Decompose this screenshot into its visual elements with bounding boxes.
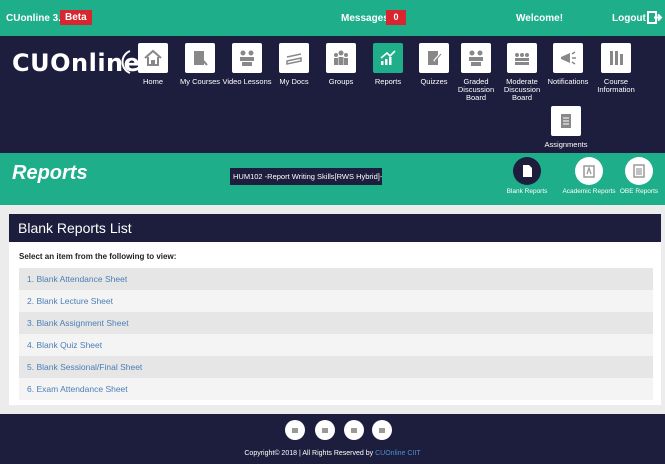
- logout-icon[interactable]: [647, 11, 663, 24]
- nav-graded-discussion[interactable]: Graded Discussion Board: [450, 43, 502, 102]
- nav-notifications[interactable]: Notifications: [542, 43, 594, 86]
- linkedin-icon[interactable]: [344, 420, 364, 440]
- app-brand: CUonline 3.0: [6, 13, 67, 24]
- nav-label: Graded Discussion Board: [457, 77, 495, 102]
- messages-count-badge[interactable]: 0: [386, 10, 406, 25]
- panel-title: Blank Reports List: [9, 214, 661, 242]
- blank-reports-button[interactable]: Blank Reports: [499, 157, 555, 196]
- report-link-sessional-final[interactable]: 5. Blank Sessional/Final Sheet: [19, 356, 653, 378]
- report-button-label: OBE Reports: [619, 188, 659, 195]
- courses-icon: [185, 43, 215, 73]
- twitter-icon[interactable]: [315, 420, 335, 440]
- course-select[interactable]: HUM102 -Report Writing Skills[RWS Hybrid…: [230, 168, 382, 185]
- docs-icon: [279, 43, 309, 73]
- nav-label: My Docs: [279, 77, 309, 86]
- youtube-icon[interactable]: [372, 420, 392, 440]
- video-icon: [232, 43, 262, 73]
- assignments-icon: [551, 106, 581, 136]
- welcome-text: Welcome!: [516, 13, 564, 24]
- blank-report-icon: [513, 157, 541, 185]
- top-bar: CUonline 3.0 Beta Messages 0 Welcome! Lo…: [0, 0, 665, 36]
- nav-reports[interactable]: Reports: [362, 43, 414, 86]
- copyright-text: Copyright© 2018 | All Rights Reserved by…: [0, 450, 665, 457]
- copyright-link[interactable]: CUOnline CIIT: [375, 450, 421, 457]
- facebook-icon[interactable]: [285, 420, 305, 440]
- nav-label: Groups: [328, 77, 354, 86]
- nav-label: Quizzes: [420, 77, 448, 86]
- nav-moderate-discussion[interactable]: Moderate Discussion Board: [496, 43, 548, 102]
- academic-reports-button[interactable]: Academic Reports: [561, 157, 617, 196]
- groups-icon: [326, 43, 356, 73]
- obe-report-icon: [625, 157, 653, 185]
- panel-subtitle: Select an item from the following to vie…: [19, 252, 177, 261]
- nav-label: Notifications: [547, 77, 589, 86]
- copyright-label: Copyright© 2018 | All Rights Reserved by: [244, 450, 374, 457]
- nav-label: My Courses: [179, 77, 220, 86]
- logout-button[interactable]: Logout: [612, 13, 646, 24]
- notifications-icon: [553, 43, 583, 73]
- report-link-quiz[interactable]: 4. Blank Quiz Sheet: [19, 334, 653, 356]
- report-button-label: Academic Reports: [562, 188, 616, 195]
- main-header: CUOnline Home My Courses Video Lessons M…: [0, 36, 665, 153]
- report-link-attendance[interactable]: 1. Blank Attendance Sheet: [19, 268, 653, 290]
- nav-assignments[interactable]: Assignments: [540, 106, 592, 149]
- moderate-discussion-icon: [507, 43, 537, 73]
- nav-groups[interactable]: Groups: [315, 43, 367, 86]
- course-info-icon: [601, 43, 631, 73]
- nav-label: Reports: [374, 77, 402, 86]
- nav-my-courses[interactable]: My Courses: [174, 43, 226, 86]
- graded-discussion-icon: [461, 43, 491, 73]
- nav-label: Course Information: [597, 77, 635, 94]
- footer: Copyright© 2018 | All Rights Reserved by…: [0, 414, 665, 464]
- report-link-exam-attendance[interactable]: 6. Exam Attendance Sheet: [19, 378, 653, 400]
- nav-home[interactable]: Home: [127, 43, 179, 86]
- nav-video-lessons[interactable]: Video Lessons: [221, 43, 273, 86]
- nav-course-information[interactable]: Course Information: [590, 43, 642, 94]
- nav-label: Assignments: [544, 140, 588, 149]
- blank-reports-panel: Blank Reports List Select an item from t…: [9, 214, 661, 405]
- nav-label: Home: [142, 77, 163, 86]
- page-subheader: Reports HUM102 -Report Writing Skills[RW…: [0, 153, 665, 205]
- home-icon: [138, 43, 168, 73]
- page-title: Reports: [12, 162, 88, 184]
- academic-report-icon: [575, 157, 603, 185]
- beta-badge: Beta: [60, 10, 92, 25]
- report-button-label: Blank Reports: [506, 188, 548, 195]
- reports-icon: [373, 43, 403, 73]
- messages-link[interactable]: Messages: [341, 13, 389, 24]
- course-select-value: HUM102 -Report Writing Skills[RWS Hybrid…: [233, 172, 382, 181]
- quizzes-icon: [419, 43, 449, 73]
- report-link-assignment[interactable]: 3. Blank Assignment Sheet: [19, 312, 653, 334]
- obe-reports-button[interactable]: OBE Reports: [611, 157, 665, 196]
- nav-label: Video Lessons: [222, 77, 272, 86]
- nav-my-docs[interactable]: My Docs: [268, 43, 320, 86]
- nav-label: Moderate Discussion Board: [503, 77, 541, 102]
- report-link-lecture[interactable]: 2. Blank Lecture Sheet: [19, 290, 653, 312]
